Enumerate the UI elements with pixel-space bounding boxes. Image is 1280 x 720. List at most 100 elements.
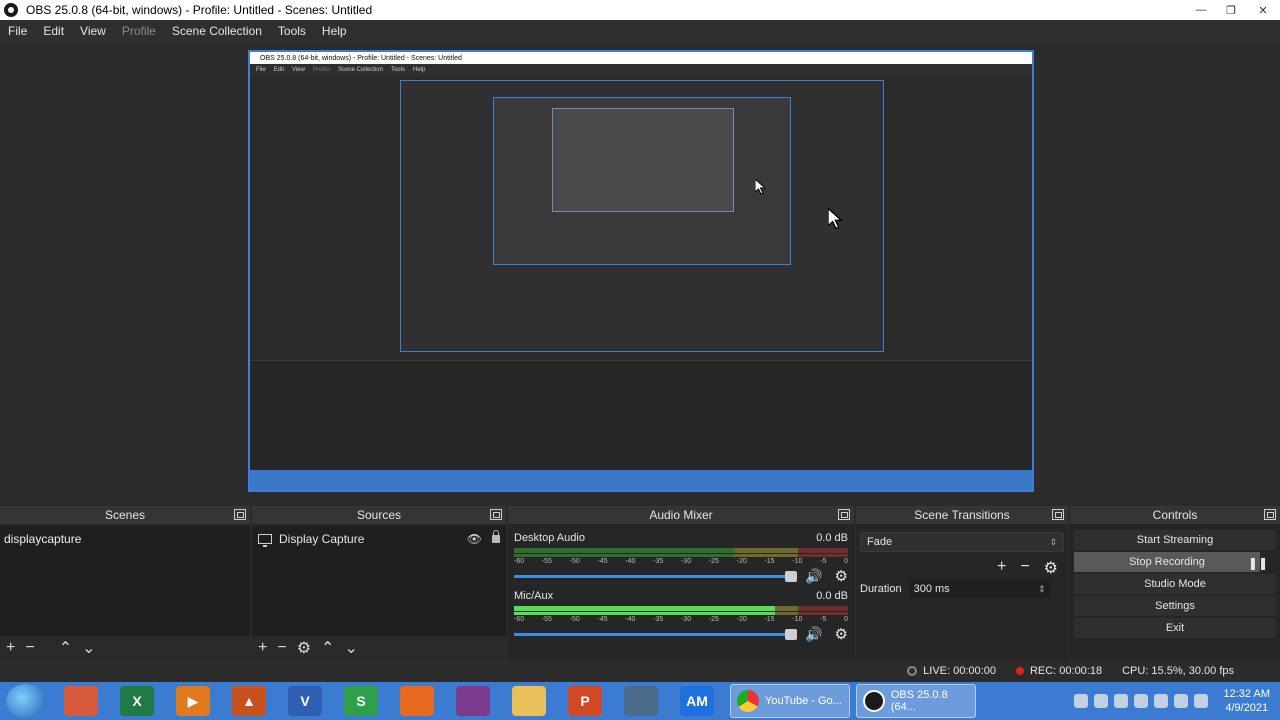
spin-icon[interactable]: ⇕ (1038, 584, 1046, 595)
sheets-icon[interactable]: S (344, 686, 378, 716)
menu-help[interactable]: Help (314, 24, 355, 38)
remove-transition-button[interactable]: − (1020, 558, 1029, 578)
tick-label: -20 (736, 558, 747, 565)
pause-icon[interactable]: ❚❚ (1248, 556, 1268, 570)
tick-label: -5 (820, 616, 827, 623)
excel-icon[interactable]: X (120, 686, 154, 716)
lock-icon[interactable] (492, 530, 500, 543)
meter-ticks: -60 -55 -50 -45 -40 -35 -30 -25 -20 -15 -10 -5 0 (514, 557, 848, 565)
taskbar-task-youtube[interactable]: YouTube - Go... (730, 684, 850, 718)
exit-button[interactable]: Exit (1074, 618, 1276, 638)
start-button[interactable] (6, 684, 46, 718)
media-player-icon[interactable]: ▶ (176, 686, 210, 716)
stop-recording-button[interactable]: Stop Recording ❚❚ (1074, 552, 1268, 572)
status-bar: LIVE: 00:00:00 REC: 00:00:18 CPU: 15.5%,… (0, 660, 1280, 682)
tray-icon[interactable] (1113, 694, 1128, 708)
gear-icon[interactable]: ⚙ (1044, 558, 1058, 578)
eye-icon[interactable]: 👁 (467, 532, 482, 546)
duration-input[interactable]: 300 ms ⇕ (909, 580, 1050, 598)
move-up-icon[interactable]: ⌃ (321, 638, 334, 658)
live-time: LIVE: 00:00:00 (923, 665, 996, 677)
live-status: LIVE: 00:00:00 (907, 665, 996, 677)
add-source-button[interactable]: + (258, 639, 267, 657)
speaker-icon[interactable]: 🔊 (805, 568, 822, 585)
start-streaming-button[interactable]: Start Streaming (1074, 530, 1276, 550)
display-capture-preview[interactable]: OBS 25.0.8 (64-bit, windows) - Profile: … (248, 50, 1034, 492)
winrar-icon[interactable] (456, 686, 490, 716)
tray-icon[interactable] (1153, 694, 1168, 708)
tray-icon[interactable] (1073, 694, 1088, 708)
chrome-icon (737, 690, 759, 712)
menu-file[interactable]: File (0, 24, 35, 38)
monitor-icon (258, 534, 272, 547)
am-icon[interactable]: AM (680, 686, 714, 716)
undock-icon[interactable] (1264, 509, 1276, 520)
remove-scene-button[interactable]: − (25, 639, 34, 657)
mixer-header: Audio Mixer (508, 506, 854, 524)
volume-meter (514, 612, 848, 615)
stop-recording-label: Stop Recording (1129, 556, 1205, 568)
remove-source-button[interactable]: − (277, 639, 286, 657)
scenes-list[interactable]: displaycapture (0, 526, 250, 636)
visio-icon[interactable]: V (288, 686, 322, 716)
undock-icon[interactable] (234, 509, 246, 520)
tray-icon[interactable] (1133, 694, 1148, 708)
volume-meter (514, 554, 848, 557)
speaker-icon[interactable]: 🔊 (805, 626, 822, 643)
menu-view[interactable]: View (72, 24, 114, 38)
add-scene-button[interactable]: + (6, 639, 15, 657)
volume-tray-icon[interactable] (1173, 694, 1188, 708)
settings-button[interactable]: Settings (1074, 596, 1276, 616)
scene-item[interactable]: displaycapture (0, 526, 250, 552)
clock[interactable]: 12:32 AM 4/9/2021 (1224, 687, 1270, 715)
tick-label: -15 (764, 616, 775, 623)
undock-icon[interactable] (1052, 509, 1064, 520)
taskbar-task-obs[interactable]: OBS 25.0.8 (64... (856, 684, 976, 718)
studio-mode-button[interactable]: Studio Mode (1074, 574, 1276, 594)
volume-slider[interactable] (514, 570, 798, 582)
preview-area[interactable]: OBS 25.0.8 (64-bit, windows) - Profile: … (0, 42, 1280, 504)
tick-label: -55 (541, 558, 552, 565)
close-button[interactable]: ✕ (1246, 0, 1280, 20)
tick-label: 0 (844, 558, 848, 565)
tick-label: -60 (514, 558, 525, 565)
gear-icon[interactable]: ⚙ (835, 567, 848, 585)
gear-icon[interactable]: ⚙ (835, 625, 848, 643)
undock-icon[interactable] (490, 509, 502, 520)
tick-label: -30 (680, 558, 692, 565)
obs-icon (863, 690, 885, 712)
slider-handle[interactable] (785, 570, 798, 582)
mixer-body: Desktop Audio 0.0 dB -60 -55 -50 -45 -40 -35-… (508, 526, 854, 643)
menu-scene-collection[interactable]: Scene Collection (164, 24, 270, 38)
move-up-icon[interactable]: ⌃ (59, 638, 72, 658)
move-down-icon[interactable]: ⌄ (82, 638, 95, 658)
tick-label: -35 (653, 616, 664, 623)
menu-edit[interactable]: Edit (35, 24, 72, 38)
volume-slider[interactable] (514, 628, 798, 640)
powerpoint-icon[interactable]: P (568, 686, 602, 716)
network-tray-icon[interactable] (1093, 694, 1108, 708)
nested-menu-item: Help (412, 67, 426, 73)
gear-icon[interactable]: ⚙ (297, 638, 311, 658)
source-name: Display Capture (279, 532, 365, 546)
chrome-icon[interactable] (64, 686, 98, 716)
folder-icon[interactable] (512, 686, 546, 716)
tray-icon[interactable] (1193, 694, 1208, 708)
maximize-button[interactable]: ❐ (1216, 0, 1246, 20)
nested-docks (250, 360, 1032, 470)
volume-meter (514, 606, 848, 611)
sources-list[interactable]: Display Capture 👁 (252, 526, 506, 636)
minimize-button[interactable]: — (1186, 0, 1216, 20)
nested-menu-item: Scene Collection (337, 67, 383, 73)
tick-label: -10 (792, 558, 803, 565)
source-item[interactable]: Display Capture 👁 (252, 526, 506, 552)
add-transition-button[interactable]: + (997, 558, 1006, 578)
undock-icon[interactable] (838, 509, 850, 520)
matlab-icon[interactable]: ▲ (232, 686, 266, 716)
transition-select[interactable]: Fade ⇕ (860, 532, 1064, 552)
menu-tools[interactable]: Tools (270, 24, 314, 38)
network-icon[interactable] (624, 686, 658, 716)
firefox-icon[interactable] (400, 686, 434, 716)
slider-handle[interactable] (785, 628, 798, 640)
move-down-icon[interactable]: ⌄ (344, 638, 357, 658)
